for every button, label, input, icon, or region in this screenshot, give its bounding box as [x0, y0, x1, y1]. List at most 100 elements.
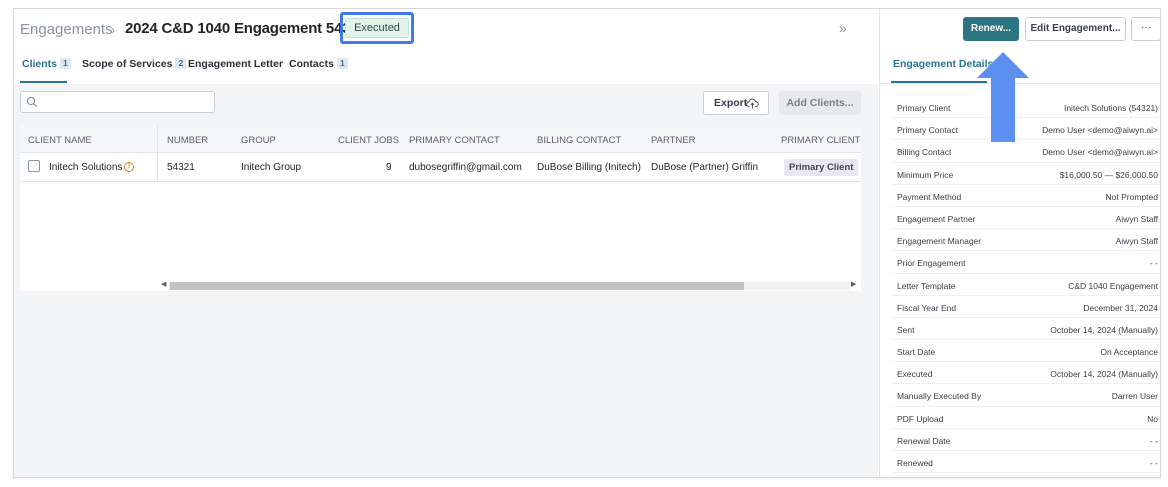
detail-label: Minimum Price [897, 169, 954, 180]
detail-row-sent: Sent October 14, 2024 (Manually) [891, 318, 1160, 341]
detail-value: Demo User <demo@aiwyn.ai> [1042, 147, 1158, 158]
tab-count-badge: 2 [175, 58, 187, 69]
detail-value: Initech Solutions (54321) [1063, 103, 1158, 113]
detail-row-manually-executed-by: Manually Executed By Darren User [891, 384, 1160, 407]
more-options-button[interactable]: ··· [1131, 17, 1160, 41]
detail-value: $16,000.50 — $26,000.50 [1059, 169, 1158, 180]
search-input[interactable] [20, 91, 215, 113]
table-header: CLIENT NAME NUMBER GROUP CLIENT JOBS PRI… [20, 125, 861, 153]
tab-label: Contacts [289, 58, 334, 70]
details-list: Primary Client Initech Solutions (54321) … [891, 96, 1160, 474]
detail-label: Renewal Date [897, 435, 951, 446]
detail-row-minimum-price: Minimum Price $16,000.50 — $26,000.50 [891, 163, 1160, 185]
number-cell: 54321 [167, 162, 195, 173]
detail-row-executed: Executed October 14, 2024 (Manually) [891, 362, 1160, 385]
detail-value: - - [1149, 435, 1158, 446]
scroll-right-arrow-icon[interactable]: ▶ [851, 280, 856, 288]
detail-label: Primary Contact [897, 125, 958, 136]
detail-label: Manually Executed By [897, 391, 982, 402]
detail-label: Executed [897, 369, 933, 380]
tab-count-badge: 1 [336, 58, 348, 69]
detail-row-renewal-date: Renewal Date - - [891, 429, 1160, 451]
status-badge: Executed [345, 18, 409, 38]
detail-value: C&D 1040 Engagement [1068, 280, 1158, 291]
tab-contacts[interactable]: Contacts 1 [289, 58, 348, 70]
breadcrumb-engagements[interactable]: Engagements [20, 21, 113, 38]
detail-value: No [1147, 413, 1158, 424]
table-row[interactable]: Initech Solutions ! 54321 Initech Group … [20, 153, 861, 182]
partner-cell: DuBose (Partner) Griffin [651, 162, 759, 173]
detail-label: PDF Upload [897, 413, 944, 424]
tab-label: Scope of Services [82, 58, 173, 70]
detail-value: - - [1149, 458, 1158, 468]
column-header[interactable]: GROUP [241, 135, 276, 146]
scrollbar-thumb[interactable] [170, 282, 744, 290]
detail-value: October 14, 2024 (Manually) [1050, 369, 1158, 380]
add-clients-button[interactable]: Add Clients... [779, 91, 861, 115]
column-header[interactable]: NUMBER [167, 135, 208, 146]
detail-row-start-date: Start Date On Acceptance [891, 340, 1160, 363]
edit-engagement-button[interactable]: Edit Engagement... [1025, 17, 1126, 41]
search-icon [26, 96, 38, 108]
detail-row-renewed: Renewed - - [891, 451, 1160, 474]
main-panel: Engagements › 2024 C&D 1040 Engagement 5… [14, 9, 878, 477]
row-checkbox[interactable] [28, 160, 40, 172]
tab-count-badge: 1 [60, 58, 71, 69]
export-label: Export [714, 97, 748, 109]
clients-table: CLIENT NAME NUMBER GROUP CLIENT JOBS PRI… [20, 125, 861, 291]
client-jobs-cell: 9 [386, 162, 392, 173]
primary-client-badge: Primary Client [784, 159, 859, 176]
detail-value: Aiwyn Staff [1115, 236, 1158, 247]
horizontal-scrollbar[interactable]: ◀ ▶ [159, 280, 859, 291]
detail-label: Primary Client [897, 103, 951, 113]
detail-value: Darren User [1111, 391, 1158, 402]
renew-button[interactable]: Renew... [963, 17, 1019, 41]
primary-contact-cell: dubosegriffin@gmail.com [409, 162, 522, 173]
detail-value: October 14, 2024 (Manually) [1050, 324, 1158, 335]
detail-row-letter-template: Letter Template C&D 1040 Engagement [891, 274, 1160, 296]
tab-clients[interactable]: Clients 1 [22, 58, 71, 70]
page-title: 2024 C&D 1040 Engagement 54321 [125, 20, 367, 37]
detail-label: Start Date [897, 347, 936, 358]
breadcrumb-chevron-icon: › [111, 23, 115, 37]
warning-icon: ! [124, 162, 134, 172]
detail-row-fiscal-year-end: Fiscal Year End December 31, 2024 [891, 296, 1160, 318]
detail-row-payment-method: Payment Method Not Prompted [891, 185, 1160, 207]
detail-value: December 31, 2024 [1083, 302, 1158, 313]
active-tab-indicator [20, 81, 67, 83]
detail-label: Renewed [897, 458, 933, 468]
group-cell: Initech Group [241, 162, 302, 173]
tab-label: Clients [22, 58, 58, 70]
detail-row-engagement-manager: Engagement Manager Aiwyn Staff [891, 229, 1160, 252]
column-header[interactable]: PRIMARY CLIENT [781, 135, 860, 146]
detail-value: Demo User <demo@aiwyn.ai> [1042, 125, 1158, 136]
annotation-arrow-up-icon [977, 52, 1029, 142]
detail-row-pdf-upload: PDF Upload No [891, 407, 1160, 429]
detail-label: Fiscal Year End [897, 302, 957, 313]
cloud-upload-icon [746, 98, 759, 109]
detail-value: On Acceptance [1100, 347, 1158, 358]
tab-scope-of-services[interactable]: Scope of Services 2 [82, 58, 187, 70]
detail-label: Payment Method [897, 191, 962, 202]
scroll-left-arrow-icon[interactable]: ◀ [161, 280, 166, 288]
client-name-cell[interactable]: Initech Solutions [49, 162, 122, 173]
detail-value: Not Prompted [1105, 191, 1158, 202]
detail-row-engagement-partner: Engagement Partner Aiwyn Staff [891, 207, 1160, 230]
detail-label: Engagement Manager [897, 236, 982, 247]
detail-label: Sent [897, 324, 915, 335]
detail-label: Prior Engagement [897, 258, 966, 269]
column-header[interactable]: PRIMARY CONTACT [409, 135, 500, 146]
detail-value: - - [1149, 258, 1158, 269]
collapse-panel-icon[interactable]: » [839, 20, 847, 36]
tab-engagement-letter[interactable]: Engagement Letter [188, 58, 283, 70]
column-header[interactable]: CLIENT JOBS [338, 135, 399, 146]
tab-label: Engagement Letter [188, 58, 284, 70]
column-header[interactable]: PARTNER [651, 135, 696, 146]
detail-label: Engagement Partner [897, 213, 976, 224]
column-header[interactable]: CLIENT NAME [28, 135, 92, 146]
export-button[interactable]: Export [703, 91, 769, 115]
column-header[interactable]: BILLING CONTACT [537, 135, 621, 146]
detail-row-prior-engagement: Prior Engagement - - [891, 251, 1160, 274]
detail-value: Aiwyn Staff [1115, 213, 1158, 224]
billing-contact-cell: DuBose Billing (Initech) [537, 162, 641, 173]
